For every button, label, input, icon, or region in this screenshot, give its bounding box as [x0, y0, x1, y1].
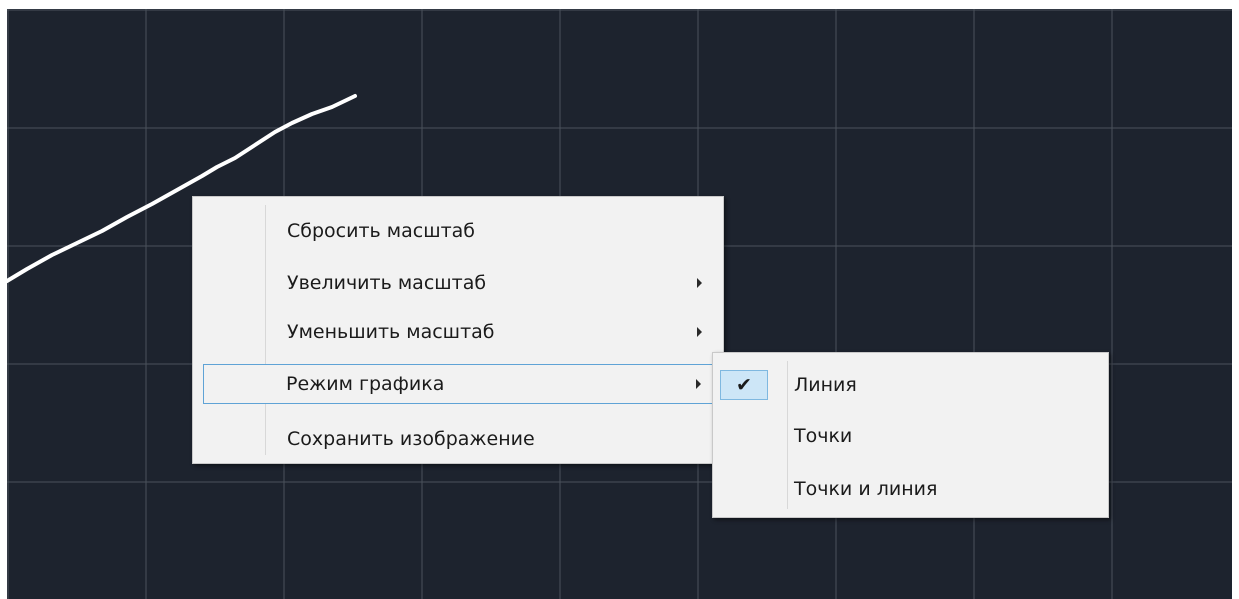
menu-item-label: Уменьшить масштаб [287, 321, 495, 343]
submenu-item-line[interactable]: ✔ Линия [715, 365, 1106, 405]
menu-item-plot-mode[interactable]: Режим графика [203, 364, 713, 404]
menu-item-save-image[interactable]: Сохранить изображение [195, 421, 721, 457]
submenu-item-label: Точки и линия [794, 478, 938, 500]
menu-item-zoom-out[interactable]: Уменьшить масштаб [195, 314, 721, 350]
menu-item-label: Режим графика [286, 373, 445, 395]
menu-item-label: Сбросить масштаб [287, 220, 476, 242]
submenu-item-points-and-line[interactable]: Точки и линия [715, 471, 1106, 507]
context-menu: Сбросить масштаб Увеличить масштаб Умень… [192, 196, 724, 464]
submenu-item-points[interactable]: Точки [715, 418, 1106, 454]
submenu-arrow-icon [697, 278, 702, 288]
plot-mode-submenu: ✔ Линия Точки Точки и линия [712, 352, 1109, 518]
menu-item-zoom-in[interactable]: Увеличить масштаб [195, 265, 721, 301]
submenu-item-label: Точки [794, 425, 853, 447]
menu-item-label: Увеличить масштаб [287, 272, 487, 294]
submenu-arrow-icon [696, 379, 701, 389]
menu-item-reset-zoom[interactable]: Сбросить масштаб [195, 213, 721, 249]
check-icon: ✔ [720, 370, 768, 400]
submenu-arrow-icon [697, 327, 702, 337]
menu-item-label: Сохранить изображение [287, 428, 535, 450]
submenu-item-label: Линия [794, 374, 857, 396]
